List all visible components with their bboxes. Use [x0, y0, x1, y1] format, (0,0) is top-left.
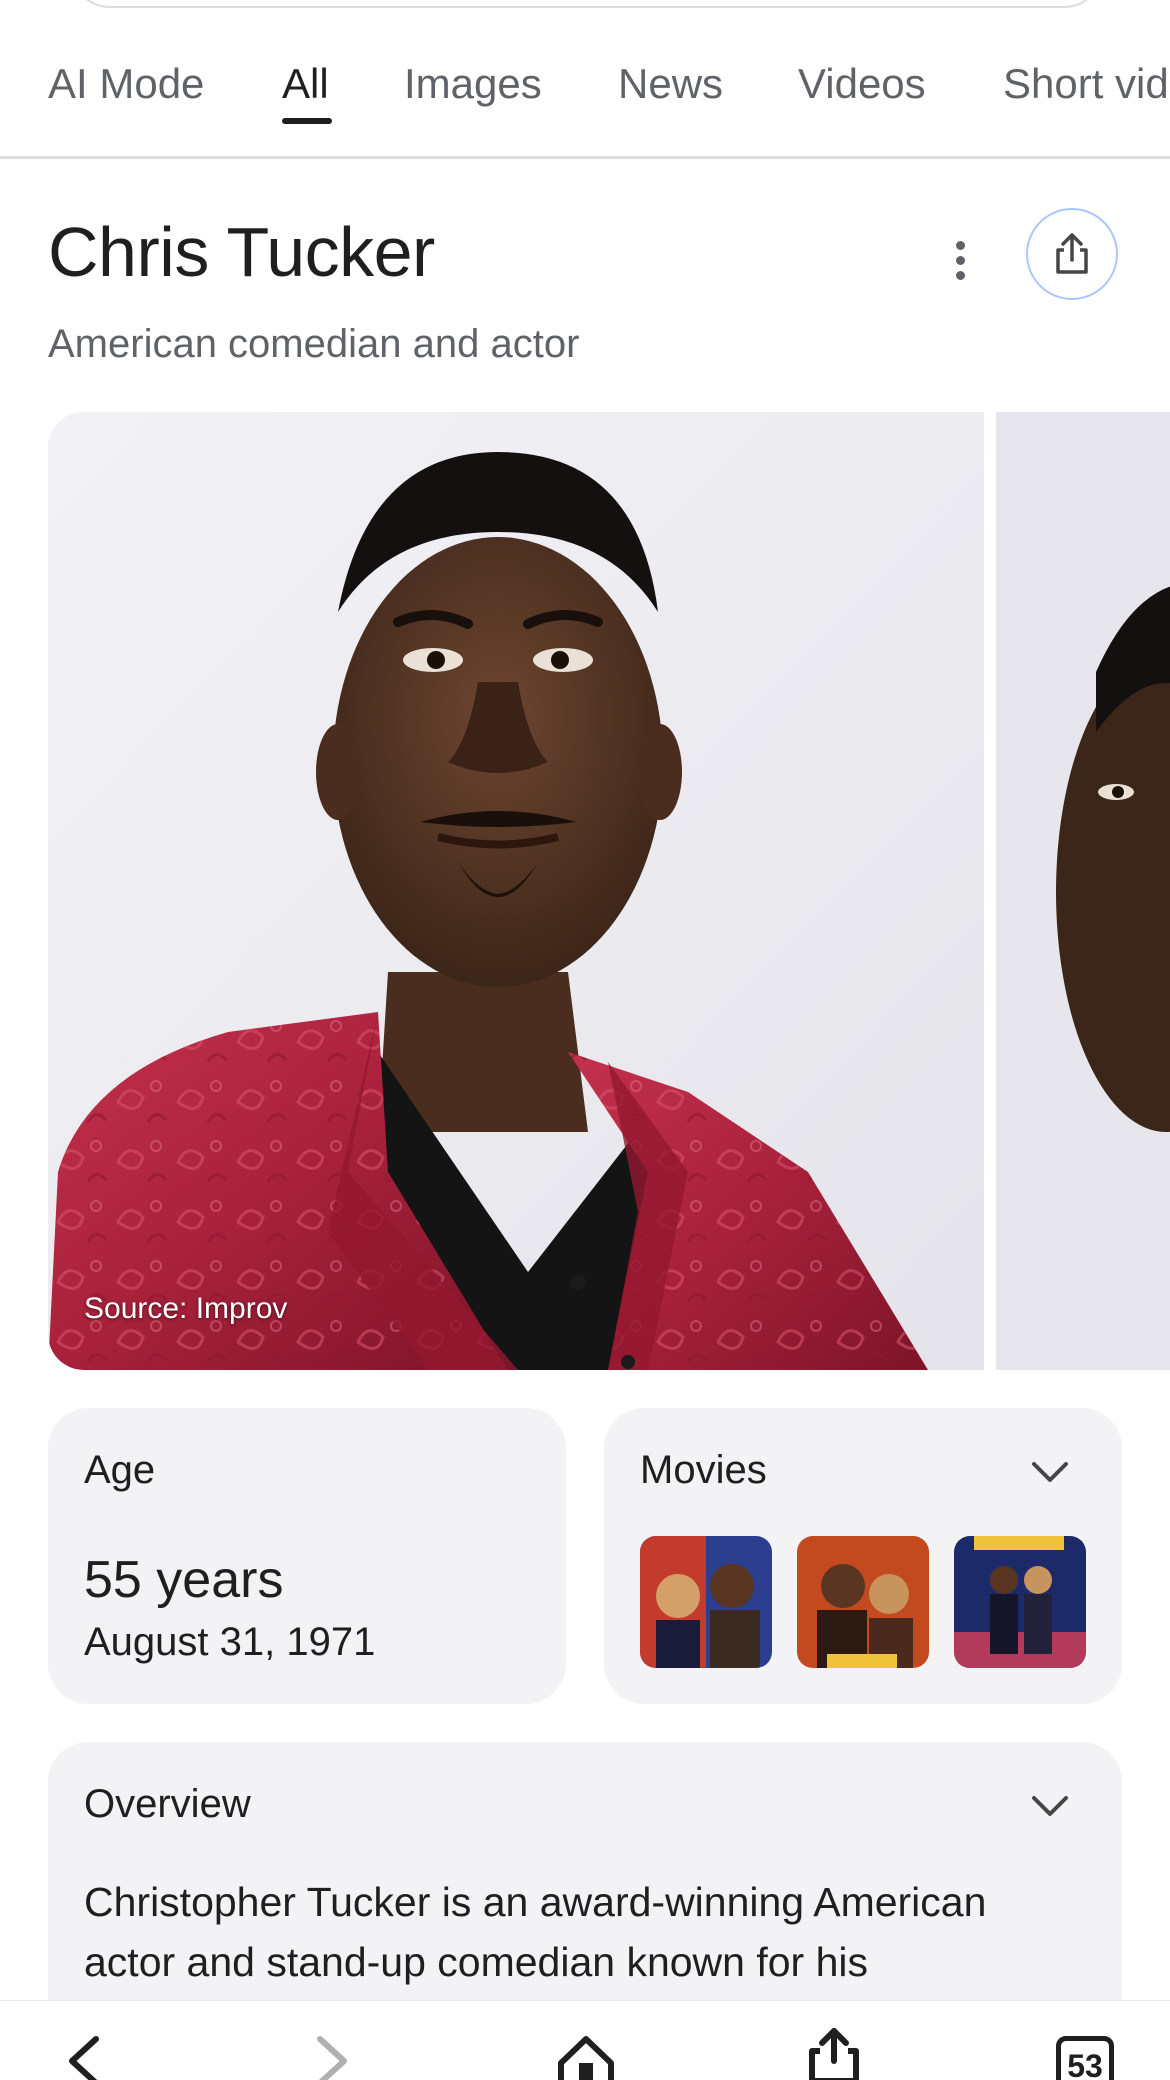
more-vert-icon — [955, 240, 965, 250]
movie-thumbnail[interactable] — [797, 1536, 929, 1668]
image-source-label[interactable]: Source: Improv — [84, 1292, 287, 1326]
tab-all[interactable]: All — [282, 60, 329, 108]
movie-poster-2 — [797, 1536, 929, 1668]
share-icon — [1056, 233, 1088, 274]
next-image-preview[interactable] — [996, 412, 1170, 1370]
chevron-down-icon[interactable] — [1030, 1460, 1070, 1486]
tab-news[interactable]: News — [618, 60, 723, 108]
browser-toolbar — [0, 2000, 1170, 2080]
movies-card[interactable]: Movies — [604, 1408, 1122, 1704]
active-tab-indicator — [282, 118, 332, 124]
overview-title: Overview — [84, 1782, 251, 1826]
forward-icon[interactable] — [308, 2035, 358, 2080]
home-icon[interactable] — [555, 2033, 617, 2080]
search-bar[interactable] — [70, 0, 1104, 8]
entity-title: Chris Tucker — [48, 213, 435, 291]
more-options-button[interactable] — [940, 230, 980, 290]
share-button[interactable] — [1026, 208, 1118, 300]
movie-poster-1 — [640, 1536, 772, 1668]
movie-poster-3 — [954, 1536, 1086, 1668]
portrait-illustration — [48, 412, 984, 1370]
page: AI Mode All Images News Videos Short vid… — [0, 0, 1170, 2080]
tab-short-videos[interactable]: Short vid — [1003, 60, 1169, 108]
birth-date: August 31, 1971 — [84, 1620, 376, 1664]
tab-ai-mode[interactable]: AI Mode — [48, 60, 204, 108]
movie-thumbnail[interactable] — [640, 1536, 772, 1668]
share-icon[interactable] — [806, 2027, 862, 2080]
back-icon[interactable] — [58, 2035, 108, 2080]
overview-text: Christopher Tucker is an award-winning A… — [84, 1879, 987, 1985]
tabs-count-button[interactable]: 53 — [1056, 2036, 1114, 2080]
age-card-title: Age — [84, 1448, 156, 1492]
chevron-down-icon[interactable] — [1030, 1794, 1070, 1820]
tab-videos[interactable]: Videos — [798, 60, 926, 108]
entity-subtitle: American comedian and actor — [48, 322, 580, 366]
movie-thumbnail[interactable] — [954, 1536, 1086, 1668]
movies-card-title: Movies — [640, 1448, 767, 1492]
tab-images[interactable]: Images — [404, 60, 542, 108]
main-image[interactable] — [48, 412, 984, 1370]
age-value: 55 years — [84, 1551, 284, 1609]
search-tabs: AI Mode All Images News Videos Short vid — [0, 40, 1170, 159]
portrait-illustration-2 — [996, 412, 1170, 1370]
age-card[interactable]: Age 55 years August 31, 1971 — [48, 1408, 566, 1704]
